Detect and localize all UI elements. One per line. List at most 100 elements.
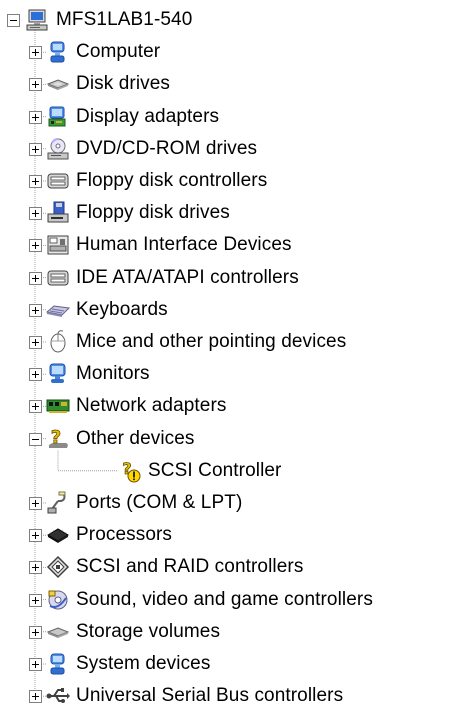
plus-sign bbox=[35, 49, 36, 57]
node-label: MFS1LAB1-540 bbox=[56, 9, 193, 30]
plus-sign bbox=[35, 113, 36, 121]
display-adapter-icon bbox=[46, 105, 70, 129]
tree-node-category[interactable]: Universal Serial Bus controllers bbox=[46, 682, 343, 710]
expand-button-3[interactable] bbox=[29, 142, 42, 156]
plus-sign bbox=[35, 210, 36, 218]
tree-node-category[interactable]: Display adapters bbox=[46, 103, 219, 131]
controller-icon bbox=[46, 169, 70, 193]
expand-button-1[interactable] bbox=[29, 78, 42, 92]
expand-button-8[interactable] bbox=[29, 303, 42, 317]
node-label: Mice and other pointing devices bbox=[76, 331, 347, 352]
tree-node-category[interactable]: Floppy disk drives bbox=[46, 199, 230, 227]
plus-sign bbox=[35, 661, 36, 668]
node-label: Floppy disk drives bbox=[76, 202, 230, 224]
tree-node-category[interactable]: Computer bbox=[46, 38, 160, 66]
expand-button-15[interactable] bbox=[29, 561, 42, 575]
tree-node-category[interactable]: Ports (COM & LPT) bbox=[46, 489, 242, 517]
tree-node-root[interactable]: MFS1LAB1-540 bbox=[26, 6, 192, 34]
tree-node-category[interactable]: Mice and other pointing devices bbox=[46, 328, 346, 356]
expand-button-11[interactable] bbox=[29, 400, 42, 414]
tree-node-category[interactable]: Floppy disk controllers bbox=[46, 167, 267, 195]
plus-sign bbox=[35, 145, 36, 153]
node-label: Other devices bbox=[76, 427, 195, 449]
plus-sign bbox=[35, 242, 36, 250]
storage-volume-icon bbox=[46, 620, 70, 644]
expand-button-2[interactable] bbox=[29, 110, 42, 124]
tree-node-category[interactable]: ? Other devices bbox=[46, 425, 195, 453]
expand-button-17[interactable] bbox=[29, 625, 42, 639]
tree-node-category[interactable]: Disk drives bbox=[46, 70, 170, 98]
expand-button-4[interactable] bbox=[29, 175, 42, 188]
tree-node-category[interactable]: IDE ATA/ATAPI controllers bbox=[46, 264, 299, 292]
warning-device-icon: ? bbox=[118, 459, 142, 483]
controller-icon bbox=[46, 266, 70, 290]
plus-sign bbox=[35, 178, 36, 185]
expand-button-12[interactable] bbox=[29, 432, 42, 446]
port-icon bbox=[46, 491, 70, 515]
plus-sign bbox=[35, 274, 36, 282]
expand-button-16[interactable] bbox=[29, 593, 42, 607]
expand-button-18[interactable] bbox=[29, 658, 42, 671]
minus-sign bbox=[32, 438, 39, 440]
tree-node-category[interactable]: System devices bbox=[46, 650, 210, 678]
node-label: SCSI and RAID controllers bbox=[76, 556, 304, 578]
tree-node-device[interactable]: ? SCSI Controller bbox=[118, 457, 282, 485]
plus-sign bbox=[35, 564, 36, 572]
expand-button-6[interactable] bbox=[29, 239, 42, 253]
sound-icon bbox=[46, 588, 70, 612]
tree-node-category[interactable]: Network adapters bbox=[46, 392, 227, 420]
plus-sign bbox=[35, 532, 36, 540]
expand-button-5[interactable] bbox=[29, 207, 42, 221]
expand-button-19[interactable] bbox=[29, 690, 42, 704]
node-label: DVD/CD-ROM drives bbox=[76, 137, 258, 159]
tree-node-category[interactable]: Monitors bbox=[46, 360, 150, 388]
minus-sign bbox=[10, 20, 17, 21]
node-label: Universal Serial Bus controllers bbox=[76, 685, 344, 707]
plus-sign bbox=[35, 628, 36, 636]
plus-sign bbox=[35, 306, 36, 314]
tree-node-category[interactable]: Storage volumes bbox=[46, 618, 220, 646]
plus-sign bbox=[35, 403, 36, 411]
node-label: System devices bbox=[76, 653, 211, 674]
tree-node-category[interactable]: Sound, video and game controllers bbox=[46, 586, 373, 614]
tree-node-category[interactable]: Human Interface Devices bbox=[46, 231, 292, 259]
plus-sign bbox=[35, 339, 36, 346]
hid-icon bbox=[46, 233, 70, 257]
node-label: Processors bbox=[76, 524, 173, 546]
node-label: Monitors bbox=[76, 363, 150, 385]
floppy-drive-icon bbox=[46, 201, 70, 225]
node-label: Network adapters bbox=[76, 395, 227, 417]
plus-sign bbox=[35, 500, 36, 507]
root-collapse-button[interactable] bbox=[7, 14, 20, 27]
svg-text:?: ? bbox=[51, 427, 61, 448]
unknown-device-icon: ? bbox=[46, 427, 70, 451]
monitor-icon bbox=[46, 362, 70, 386]
node-label: Storage volumes bbox=[76, 620, 221, 642]
tree-node-category[interactable]: SCSI and RAID controllers bbox=[46, 553, 303, 581]
node-label: Floppy disk controllers bbox=[76, 170, 268, 191]
expand-button-13[interactable] bbox=[29, 497, 42, 510]
node-label: Ports (COM & LPT) bbox=[76, 492, 243, 513]
expand-button-10[interactable] bbox=[29, 368, 42, 382]
node-label: Keyboards bbox=[76, 298, 168, 320]
scsi-icon bbox=[46, 555, 70, 579]
network-adapter-icon bbox=[46, 394, 70, 418]
node-label: Sound, video and game controllers bbox=[76, 588, 373, 610]
expand-button-9[interactable] bbox=[29, 336, 42, 349]
computer-monitor-icon bbox=[26, 8, 50, 32]
node-label: Disk drives bbox=[76, 73, 171, 95]
node-label: Human Interface Devices bbox=[76, 234, 292, 256]
node-label: SCSI Controller bbox=[148, 459, 282, 481]
expand-button-0[interactable] bbox=[29, 46, 42, 60]
computer-icon bbox=[46, 40, 70, 64]
expand-button-14[interactable] bbox=[29, 529, 42, 543]
tree-node-category[interactable]: Processors bbox=[46, 521, 172, 549]
node-label: IDE ATA/ATAPI controllers bbox=[76, 266, 299, 288]
plus-sign bbox=[35, 596, 36, 604]
tree-node-category[interactable]: Keyboards bbox=[46, 296, 168, 324]
expand-button-7[interactable] bbox=[29, 271, 42, 285]
plus-sign bbox=[35, 693, 36, 701]
usb-icon bbox=[46, 684, 70, 708]
tree-node-category[interactable]: DVD/CD-ROM drives bbox=[46, 135, 257, 163]
cdrom-icon bbox=[46, 137, 70, 161]
